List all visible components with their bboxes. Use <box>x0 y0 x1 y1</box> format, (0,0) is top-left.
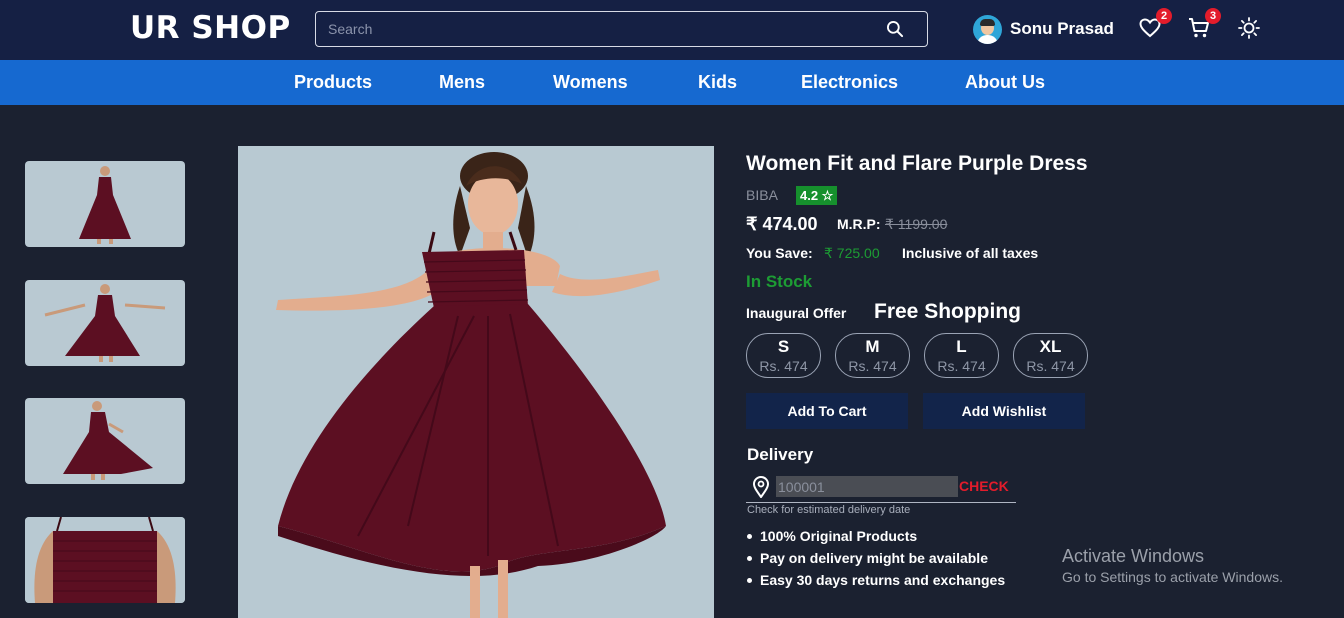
category-nav: Products Mens Womens Kids Electronics Ab… <box>0 60 1344 105</box>
product-thumbnail-3[interactable] <box>25 398 185 484</box>
size-price: Rs. 474 <box>937 358 986 374</box>
stock-status: In Stock <box>746 272 813 291</box>
product-title: Women Fit and Flare Purple Dress <box>746 152 1088 175</box>
pincode-underline <box>746 502 1016 503</box>
check-pincode-button[interactable]: CHECK <box>959 478 1009 494</box>
offer-label: Inaugural Offer <box>746 305 847 321</box>
nav-item-electronics[interactable]: Electronics <box>801 72 898 93</box>
cart-count-badge: 3 <box>1205 8 1221 24</box>
delivery-heading: Delivery <box>747 445 814 464</box>
product-thumbnail-2[interactable] <box>25 280 185 366</box>
watermark-title: Activate Windows <box>1062 546 1205 566</box>
sun-icon <box>1238 17 1260 39</box>
pincode-input[interactable] <box>776 476 958 497</box>
nav-item-mens[interactable]: Mens <box>439 72 485 93</box>
search-icon[interactable] <box>885 19 905 39</box>
location-pin-icon <box>752 476 770 498</box>
search-input[interactable] <box>328 18 868 40</box>
delivery-hint: Check for estimated delivery date <box>747 504 911 516</box>
product-price: ₹ 474.00 <box>746 214 818 234</box>
feature-item: 100% Original Products <box>746 527 1005 549</box>
size-option-s[interactable]: S Rs. 474 <box>746 333 821 378</box>
tax-note: Inclusive of all taxes <box>902 245 1039 261</box>
avatar[interactable] <box>973 14 1002 44</box>
size-price: Rs. 474 <box>848 358 897 374</box>
size-option-l[interactable]: L Rs. 474 <box>924 333 999 378</box>
size-option-m[interactable]: M Rs. 474 <box>835 333 910 378</box>
product-thumbnail-4[interactable] <box>25 517 185 603</box>
savings-value: ₹ 725.00 <box>824 245 880 261</box>
watermark-subtitle: Go to Settings to activate Windows. <box>1062 569 1283 585</box>
user-profile[interactable]: Sonu Prasad <box>973 14 1114 44</box>
theme-toggle-button[interactable] <box>1237 16 1263 42</box>
nav-item-womens[interactable]: Womens <box>553 72 628 93</box>
mrp-label: M.R.P: <box>837 216 881 232</box>
size-price: Rs. 474 <box>1026 358 1075 374</box>
search-box <box>315 11 928 47</box>
wishlist-count-badge: 2 <box>1156 8 1172 24</box>
size-label: M <box>865 337 880 356</box>
user-name[interactable]: Sonu Prasad <box>1010 19 1114 39</box>
size-label: XL <box>1039 337 1062 356</box>
product-main-image <box>238 146 714 618</box>
feature-item: Easy 30 days returns and exchanges <box>746 571 1005 593</box>
feature-item: Pay on delivery might be available <box>746 549 1005 571</box>
nav-item-kids[interactable]: Kids <box>698 72 737 93</box>
site-logo[interactable]: UR SHOP <box>130 10 291 46</box>
rating-badge: 4.2 ☆ <box>796 186 837 205</box>
add-to-cart-button[interactable]: Add To Cart <box>746 393 908 429</box>
size-option-xl[interactable]: XL Rs. 474 <box>1013 333 1088 378</box>
size-label: S <box>777 337 790 356</box>
activation-watermark: Activate Windows Go to Settings to activ… <box>1062 546 1283 585</box>
add-wishlist-button[interactable]: Add Wishlist <box>923 393 1085 429</box>
offer-value: Free Shopping <box>874 300 1021 323</box>
size-label: L <box>956 337 967 356</box>
wishlist-button[interactable]: 2 <box>1138 8 1172 42</box>
nav-item-about-us[interactable]: About Us <box>965 72 1045 93</box>
nav-item-products[interactable]: Products <box>294 72 372 93</box>
size-price: Rs. 474 <box>759 358 808 374</box>
top-header: UR SHOP Sonu Prasad 2 3 <box>0 0 1344 60</box>
product-brand[interactable]: BIBA <box>746 187 778 203</box>
product-thumbnail-1[interactable] <box>25 161 185 247</box>
feature-list: 100% Original Products Pay on delivery m… <box>746 527 1005 593</box>
savings-label: You Save: <box>746 245 813 261</box>
cart-button[interactable]: 3 <box>1187 8 1221 42</box>
mrp-value: ₹ 1199.00 <box>885 216 948 232</box>
